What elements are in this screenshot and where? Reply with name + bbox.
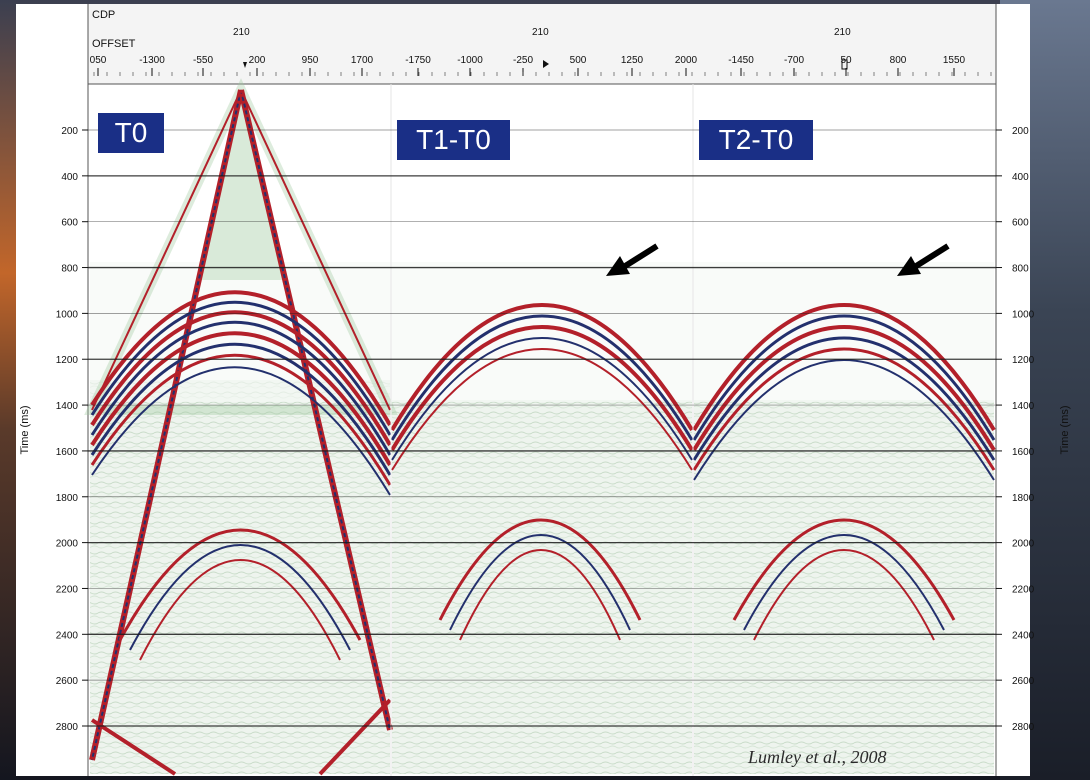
y-tick-label: 2000 (56, 539, 79, 550)
y-tick-label: 2800 (1012, 722, 1035, 733)
y-tick-label: 2600 (1012, 676, 1035, 687)
y-tick-label: 1400 (56, 401, 79, 412)
offset-tick-label: 200 (249, 55, 266, 66)
cdp-value: 210 (233, 27, 250, 38)
offset-tick-label: -1000 (457, 55, 483, 66)
y-tick-label: 2400 (56, 630, 79, 641)
y-tick-label: 1000 (56, 309, 79, 320)
y-tick-label: 1800 (1012, 493, 1035, 504)
y-tick-label: 600 (1012, 218, 1029, 229)
offset-tick-label: -1750 (405, 55, 431, 66)
y-axis-title-left: Time (ms) (19, 405, 31, 454)
y-axis-title-right: Time (ms) (1059, 405, 1071, 454)
offset-tick-label: 1550 (943, 55, 966, 66)
y-tick-label: 1400 (1012, 401, 1035, 412)
panel-label-t2-t0: T2-T0 (699, 120, 813, 160)
offset-tick-label: -250 (513, 55, 533, 66)
offset-label: OFFSET (92, 38, 136, 50)
y-tick-label: 400 (61, 172, 78, 183)
y-tick-label: 800 (1012, 264, 1029, 275)
offset-tick-label: 2000 (675, 55, 698, 66)
offset-tick-label: 500 (570, 55, 587, 66)
y-tick-label: 2200 (1012, 584, 1035, 595)
y-tick-label: 600 (61, 218, 78, 229)
y-tick-label: 200 (1012, 126, 1029, 137)
cdp-value: 210 (532, 27, 549, 38)
y-tick-label: 1800 (56, 493, 79, 504)
cdp-value: 210 (834, 27, 851, 38)
y-tick-label: 400 (1012, 172, 1029, 183)
y-tick-label: 2200 (56, 584, 79, 595)
cdp-label: CDP (92, 9, 115, 21)
offset-tick-label: 950 (302, 55, 319, 66)
offset-tick-label: -1450 (728, 55, 754, 66)
y-tick-label: 1200 (1012, 355, 1035, 366)
y-tick-label: 1200 (56, 355, 79, 366)
y-tick-label: 1600 (56, 447, 79, 458)
panel-label-t0: T0 (98, 113, 164, 153)
y-tick-label: 2000 (1012, 539, 1035, 550)
offset-tick-label: 1250 (621, 55, 644, 66)
citation: Lumley et al., 2008 (748, 747, 887, 767)
offset-tick-label: 50 (840, 55, 852, 66)
y-tick-label: 1000 (1012, 309, 1035, 320)
y-tick-label: 2600 (56, 676, 79, 687)
offset-tick-label: 1700 (351, 55, 374, 66)
offset-tick-label: -1300 (139, 55, 165, 66)
offset-tick-label: -550 (193, 55, 213, 66)
y-tick-label: 1600 (1012, 447, 1035, 458)
y-tick-label: 800 (61, 264, 78, 275)
y-tick-label: 2800 (56, 722, 79, 733)
offset-tick-label: -700 (784, 55, 804, 66)
offset-tick-label: 800 (890, 55, 907, 66)
y-tick-label: 2400 (1012, 630, 1035, 641)
y-tick-label: 200 (61, 126, 78, 137)
offset-tick-label: 050 (90, 55, 107, 66)
panel-label-t1-t0: T1-T0 (397, 120, 510, 160)
